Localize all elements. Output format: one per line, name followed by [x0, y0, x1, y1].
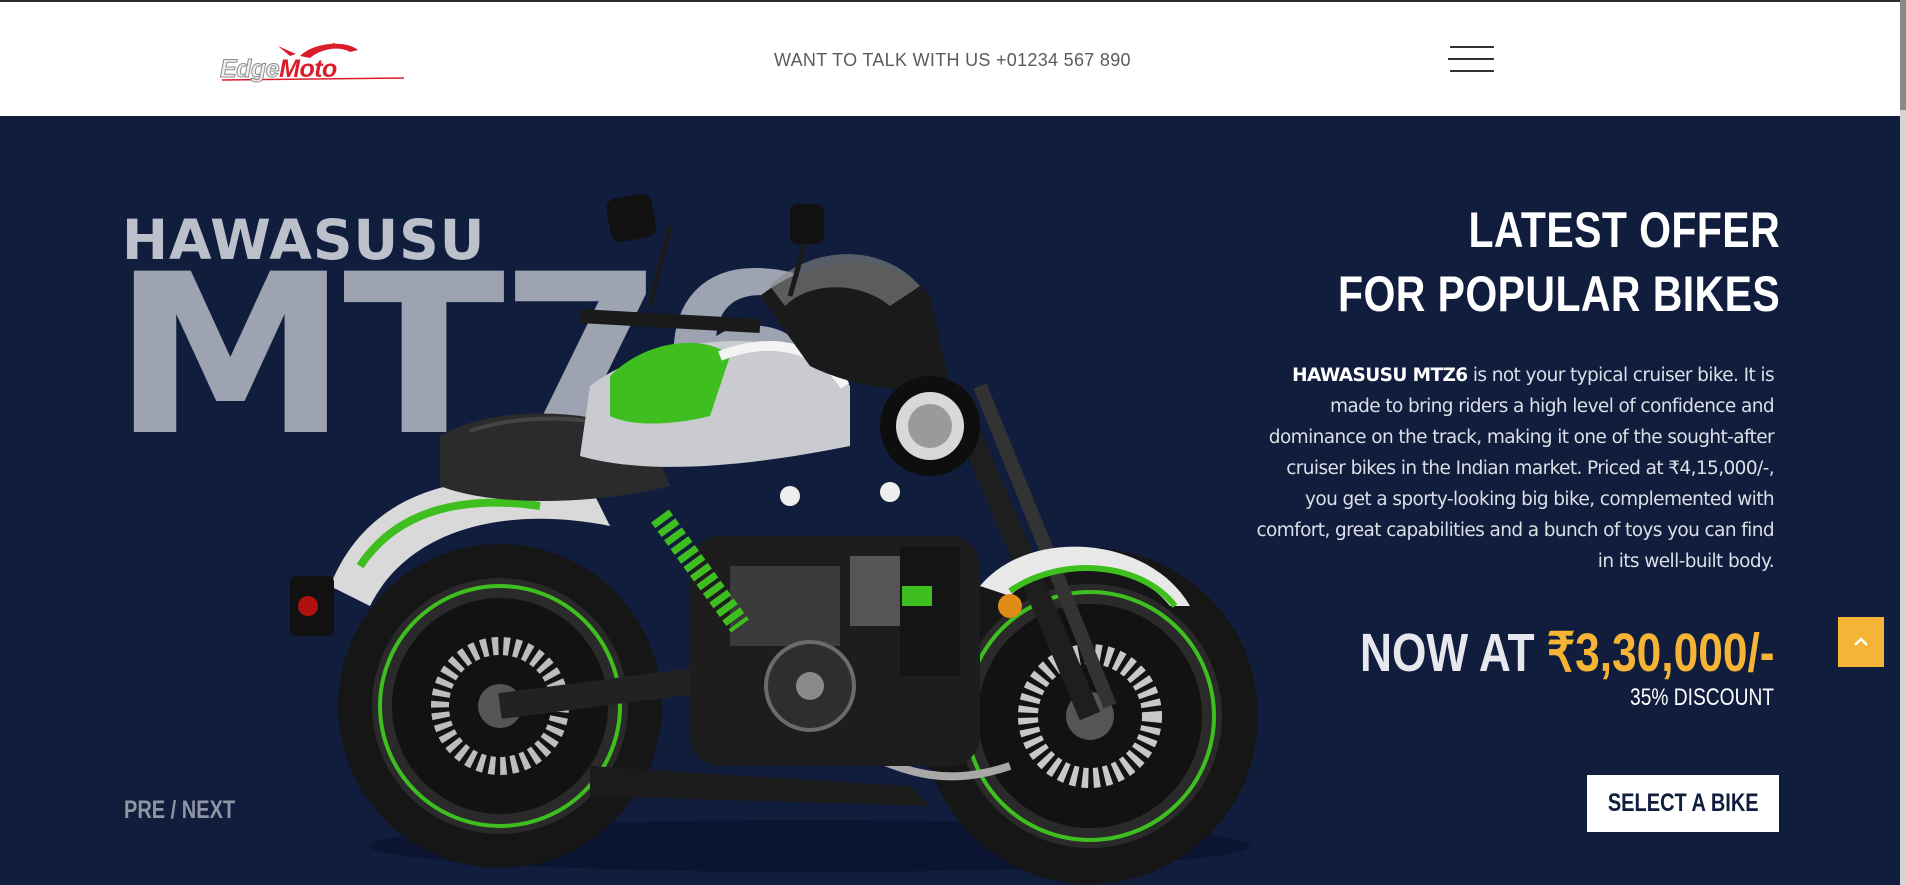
next-slide-link[interactable]: NEXT: [182, 796, 235, 824]
select-bike-button-label: SELECT A BIKE: [1607, 789, 1759, 817]
logo-text-edge: Edge: [219, 55, 280, 84]
slider-navigation: PRE / NEXT: [124, 796, 235, 825]
offer-title-line-2: FOR POPULAR BIKES: [1337, 266, 1780, 322]
bike-description: HAWASUSU MTZ6 is not your typical cruise…: [1254, 360, 1774, 577]
back-to-top-button[interactable]: [1838, 617, 1884, 667]
site-logo[interactable]: EdgeMoto: [218, 40, 404, 86]
logo-text-moto: Moto: [279, 55, 337, 83]
bike-description-text: is not your typical cruiser bike. It is …: [1256, 365, 1774, 572]
select-bike-button[interactable]: SELECT A BIKE: [1587, 775, 1779, 832]
hero-section: HAWASUSU MT76 LATEST OFFER FOR POPULAR B…: [0, 116, 1900, 885]
discount-label: 35% DISCOUNT: [1629, 684, 1774, 711]
bike-description-highlight: HAWASUSU MTZ6: [1292, 365, 1468, 386]
motorcycle-image: [290, 193, 1258, 884]
page-scrollbar[interactable]: [1900, 0, 1906, 885]
offer-price-prefix: NOW AT: [1359, 623, 1547, 683]
offer-price: NOW AT ₹3,30,000/-: [1359, 621, 1774, 684]
contact-phone-text[interactable]: WANT TO TALK WITH US +01234 567 890: [774, 50, 1131, 71]
hamburger-menu-icon[interactable]: [1448, 46, 1496, 76]
page-scrollbar-thumb[interactable]: [1900, 0, 1906, 110]
offer-title-line-1: LATEST OFFER: [1468, 202, 1780, 258]
offer-price-amount: ₹3,30,000/-: [1546, 623, 1774, 683]
prev-slide-link[interactable]: PRE: [124, 796, 165, 824]
site-header: EdgeMoto WANT TO TALK WITH US +01234 567…: [0, 0, 1900, 116]
offer-title: LATEST OFFER FOR POPULAR BIKES: [1338, 198, 1780, 326]
chevron-up-icon: [1854, 637, 1868, 646]
slider-nav-separator: /: [165, 796, 182, 824]
